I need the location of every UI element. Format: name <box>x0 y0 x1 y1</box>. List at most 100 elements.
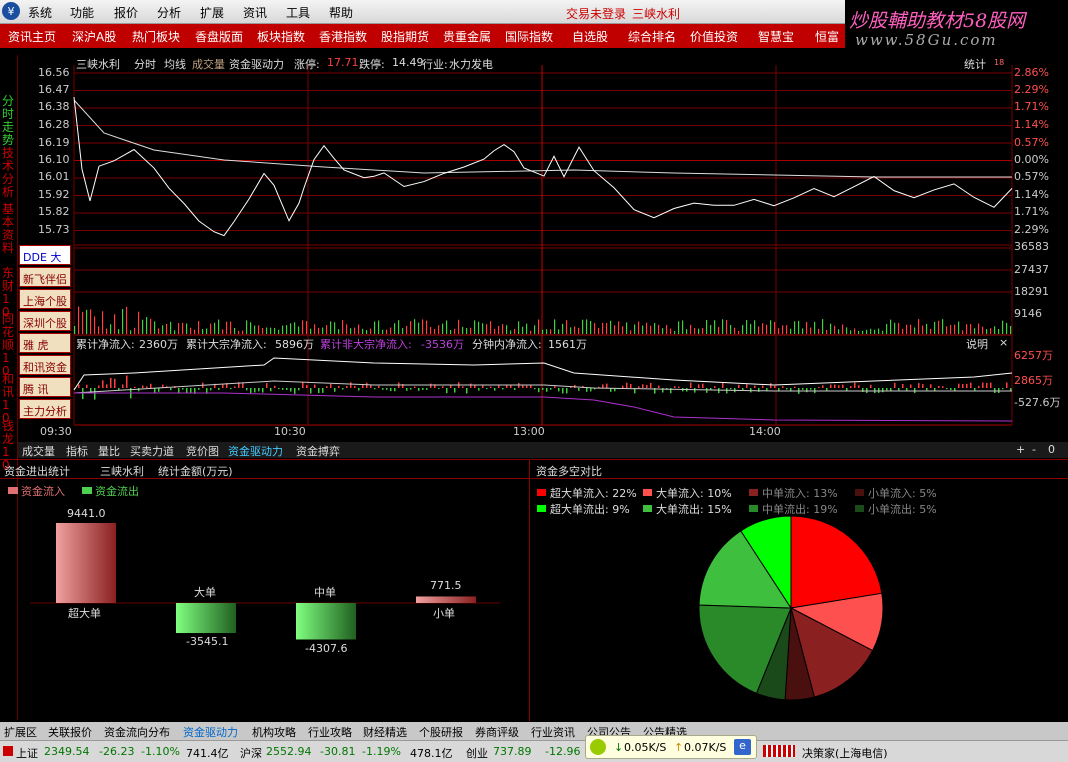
tab-sector-index[interactable]: 板块指数 <box>257 28 305 45</box>
volume-bar <box>910 324 912 334</box>
up-arrow-icon: ↑ <box>674 741 684 754</box>
volume-bar <box>138 311 140 334</box>
btab-fund-game[interactable]: 资金搏弈 <box>296 443 340 459</box>
btab-fund-drive[interactable]: 资金驱动力 <box>228 443 283 459</box>
cy-value: 737.89 <box>493 745 532 758</box>
tab-smart[interactable]: 智慧宝 <box>758 28 794 45</box>
vtab-hexun[interactable]: 和讯10 <box>2 373 16 425</box>
menu-help[interactable]: 帮助 <box>329 4 353 21</box>
flow-bar <box>538 388 540 393</box>
volume-bar <box>310 328 312 334</box>
bar-label-big: 大单 <box>194 586 216 599</box>
footer-tabs: 扩展区 关联报价 资金流向分布 资金驱动力 机构攻略 行业攻略 财经精选 个股研… <box>0 722 1068 740</box>
flow-bar <box>586 388 588 392</box>
volume-bar <box>190 327 192 334</box>
pie-legend-item: 超大单流出: 9% <box>550 503 630 516</box>
pct-tick: 1.71% <box>1014 100 1049 113</box>
capital-bar <box>416 596 476 603</box>
menu-system[interactable]: 系统 <box>28 4 52 21</box>
volume-bar <box>230 321 232 334</box>
close-icon[interactable]: × <box>999 336 1008 349</box>
volume-bar <box>842 324 844 334</box>
flow-bar <box>506 385 508 388</box>
zoom-out-button[interactable]: - <box>1032 443 1036 456</box>
sh-label[interactable]: 上证 <box>16 745 38 761</box>
browser-icon[interactable]: e <box>734 739 751 755</box>
tab-sh-sz-a[interactable]: 深沪A股 <box>72 28 116 45</box>
time-tick: 10:30 <box>274 425 306 438</box>
zoom-reset-button[interactable]: 0 <box>1048 443 1055 456</box>
menu-news[interactable]: 资讯 <box>243 4 267 21</box>
volume-bar <box>298 326 300 334</box>
volume-bar <box>886 324 888 334</box>
flow-bar <box>738 384 740 388</box>
tab-info-home[interactable]: 资讯主页 <box>8 28 56 45</box>
tab-hengfu[interactable]: 恒富 <box>815 28 839 45</box>
tab-futures[interactable]: 股指期货 <box>381 28 429 45</box>
volume-bar <box>466 327 468 334</box>
flow-bar <box>494 388 496 391</box>
flow-bar <box>762 385 764 388</box>
vtab-technical[interactable]: 技术分析 <box>2 147 16 199</box>
volume-bar <box>786 325 788 334</box>
ftab-research[interactable]: 个股研报 <box>419 724 463 740</box>
volume-bar <box>542 329 544 334</box>
tab-value-invest[interactable]: 价值投资 <box>690 28 738 45</box>
tab-hot-sectors[interactable]: 热门板块 <box>132 28 180 45</box>
flow-bar <box>262 388 264 393</box>
volume-bar <box>330 321 332 334</box>
ftab-fund-drive[interactable]: 资金驱动力 <box>183 724 238 740</box>
capital-stock: 三峡水利 <box>100 465 144 478</box>
ftab-rating[interactable]: 券商评级 <box>475 724 519 740</box>
tab-board-view[interactable]: 香盘版面 <box>195 28 243 45</box>
vtab-fundamental[interactable]: 基本资料 <box>2 203 16 255</box>
zoom-in-button[interactable]: + <box>1016 443 1025 456</box>
flow-bar <box>974 388 976 391</box>
flow-bar <box>182 388 184 390</box>
volume-bar <box>126 306 128 334</box>
window-stock-title: 三峡水利 <box>632 7 681 21</box>
btab-indicator[interactable]: 指标 <box>66 443 88 459</box>
ftab-industry[interactable]: 行业攻略 <box>308 724 352 740</box>
menu-analysis[interactable]: 分析 <box>157 4 181 21</box>
flow-bar <box>690 382 692 388</box>
cy-label[interactable]: 创业 <box>466 745 488 761</box>
flow-bar <box>962 384 964 388</box>
ftab-fund-flow[interactable]: 资金流向分布 <box>104 724 170 740</box>
sz-label[interactable]: 沪深 <box>240 745 262 761</box>
vtab-10jqka[interactable]: 同花顺10 <box>2 313 16 378</box>
volume-bar <box>214 322 216 334</box>
explain-button[interactable]: 说明 <box>966 336 988 352</box>
ftab-inst[interactable]: 机构攻略 <box>252 724 296 740</box>
flow-bar <box>502 388 504 390</box>
ftab-extend[interactable]: 扩展区 <box>4 724 37 740</box>
menu-extend[interactable]: 扩展 <box>200 4 224 21</box>
btab-auction[interactable]: 竞价图 <box>186 443 219 459</box>
volume-bar <box>702 327 704 334</box>
volume-bar <box>150 318 152 334</box>
volume-bar <box>794 321 796 334</box>
volume-bar <box>302 320 304 334</box>
tab-ranking[interactable]: 综合排名 <box>628 28 676 45</box>
tab-watchlist[interactable]: 自选股 <box>572 28 608 45</box>
volume-bar <box>390 327 392 334</box>
flow-bar <box>490 386 492 388</box>
menu-function[interactable]: 功能 <box>70 4 94 21</box>
btab-vol-ratio[interactable]: 量比 <box>98 443 120 459</box>
pie-legend-swatch <box>855 505 864 512</box>
watermark-logo: 炒股輔助教材58股网 www.58Gu.com <box>845 0 1068 50</box>
btab-volume[interactable]: 成交量 <box>22 443 55 459</box>
ftab-related[interactable]: 关联报价 <box>48 724 92 740</box>
flow-bar <box>770 383 772 388</box>
menu-quote[interactable]: 报价 <box>114 4 138 21</box>
tab-intl-index[interactable]: 国际指数 <box>505 28 553 45</box>
menu-tools[interactable]: 工具 <box>286 4 310 21</box>
btab-buy-sell[interactable]: 买卖力道 <box>130 443 174 459</box>
vtab-intraday[interactable]: 分时走势 <box>2 95 16 147</box>
tab-precious-metals[interactable]: 贵重金属 <box>443 28 491 45</box>
ftab-finance[interactable]: 财经精选 <box>363 724 407 740</box>
tab-hk-index[interactable]: 香港指数 <box>319 28 367 45</box>
flow-bar <box>810 388 812 390</box>
ftab-ind-news[interactable]: 行业资讯 <box>531 724 575 740</box>
flow-bar <box>786 388 788 390</box>
